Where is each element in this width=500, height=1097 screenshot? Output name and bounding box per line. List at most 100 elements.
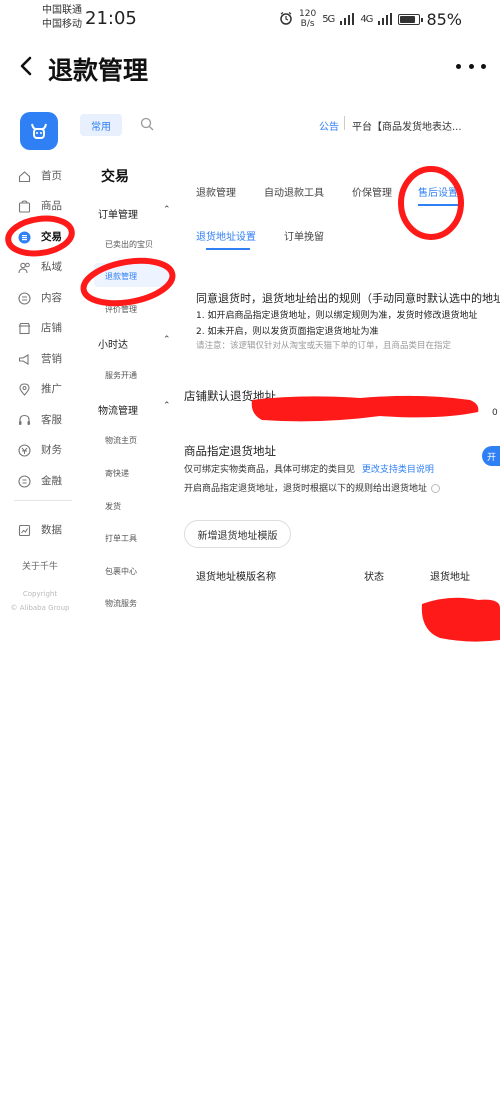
app-logo	[20, 112, 58, 150]
store-default-address-value: 0	[492, 408, 498, 418]
column-header-template-name: 退货地址模版名称	[196, 572, 276, 583]
status-indicators: 120 B/s 5G 4G 85%	[279, 8, 462, 30]
tab-refund-management[interactable]: 退款管理	[196, 184, 236, 199]
about-link[interactable]: 关于千牛	[22, 559, 58, 572]
carrier-primary: 中国联通	[42, 5, 82, 16]
rail-label: 私域	[41, 261, 62, 273]
subnav-link-sold-items[interactable]: 已卖出的宝贝	[105, 239, 153, 250]
specified-address-desc-text: 仅可绑定实物类商品，具体可绑定的类目见	[184, 465, 356, 475]
subtab-return-address[interactable]: 退货地址设置	[196, 228, 256, 243]
location-icon	[18, 381, 31, 396]
chart-icon	[18, 522, 31, 537]
active-tab-indicator	[418, 204, 460, 206]
alarm-icon	[279, 10, 293, 29]
more-options-icon[interactable]	[456, 54, 486, 78]
copyright-line: © Alibaba Group	[10, 604, 70, 612]
signal-4g-label: 4G	[360, 13, 373, 25]
rail-label: 客服	[41, 414, 62, 426]
rail-item-goods[interactable]: 商品	[0, 192, 80, 218]
rail-item-data[interactable]: 数据	[0, 516, 80, 542]
rail-label: 数据	[41, 524, 62, 536]
subnav-link-print-tools[interactable]: 打单工具	[105, 533, 137, 544]
rail-item-service[interactable]: 客服	[0, 406, 80, 432]
subtab-order-retention[interactable]: 订单挽留	[284, 228, 324, 243]
app-content: 常用 公告 平台【商品发货地表达... 首页 商品 交易 私域 内容 店铺 营销…	[0, 100, 500, 620]
subnav-link-logistics-service[interactable]: 物流服务	[105, 598, 137, 609]
subnav-link-send-express[interactable]: 寄快递	[105, 468, 129, 479]
tab-auto-refund-tool[interactable]: 自动退款工具	[264, 184, 324, 199]
column-header-return-address: 退货地址	[430, 572, 470, 583]
rail-item-home[interactable]: 首页	[0, 162, 80, 188]
rail-item-finance[interactable]: 财务	[0, 436, 80, 462]
add-return-template-button[interactable]: 新增退货地址模版	[184, 520, 291, 548]
rail-item-marketing[interactable]: 营销	[0, 345, 80, 371]
tab-price-protection[interactable]: 价保管理	[352, 184, 392, 199]
money-icon	[18, 473, 31, 488]
rail-label: 推广	[41, 383, 62, 395]
content-icon	[18, 290, 31, 305]
supported-category-link[interactable]: 更改支持类目说明	[362, 465, 434, 475]
subnav-group-label: 物流管理	[98, 406, 138, 417]
subnav-link-service-open[interactable]: 服务开通	[105, 370, 137, 381]
subnav-link-review[interactable]: 评价管理	[105, 304, 137, 315]
subnav-link-package-center[interactable]: 包裹中心	[105, 566, 137, 577]
return-rule-line: 2. 如未开启，则以发货页面指定退货地址为准	[196, 327, 379, 337]
rail-label: 营销	[41, 353, 62, 365]
common-tab[interactable]: 常用	[80, 114, 122, 136]
rail-item-content[interactable]: 内容	[0, 284, 80, 310]
back-arrow-icon[interactable]	[16, 54, 38, 78]
rail-item-banking[interactable]: 金融	[0, 467, 80, 493]
notice-label[interactable]: 公告	[319, 118, 339, 133]
battery-icon	[398, 13, 424, 25]
rail-item-trade[interactable]: 交易	[0, 223, 80, 249]
rail-item-promotion[interactable]: 推广	[0, 375, 80, 401]
people-icon	[18, 259, 31, 274]
signal-bars-icon	[378, 10, 393, 29]
subnav-link-ship[interactable]: 发货	[105, 501, 121, 512]
status-bar: 中国联通 中国移动 21:05 120 B/s 5G 4G 85%	[0, 0, 500, 38]
column-header-status: 状态	[364, 572, 384, 583]
chevron-up-icon: ⌃	[163, 401, 171, 411]
network-speed-unit: B/s	[300, 19, 315, 29]
chevron-up-icon: ⌃	[163, 205, 171, 215]
rail-label: 店铺	[41, 322, 62, 334]
notice-divider	[344, 116, 345, 130]
specified-address-title: 商品指定退货地址	[184, 444, 276, 458]
rail-label: 金融	[41, 475, 62, 487]
carrier-secondary: 中国移动	[42, 19, 82, 30]
signal-5g-label: 5G	[322, 13, 335, 25]
notice-text[interactable]: 平台【商品发货地表达...	[352, 118, 462, 133]
specified-address-desc: 仅可绑定实物类商品，具体可绑定的类目见 更改支持类目说明	[184, 462, 434, 475]
subnav-group-label: 小时达	[98, 340, 128, 351]
copyright-line: Copyright	[22, 590, 58, 598]
subnav-link-refund[interactable]: 退款管理	[105, 271, 137, 282]
finance-icon	[18, 442, 31, 457]
subnav-group-orders[interactable]: 订单管理 ⌃	[98, 205, 171, 221]
rail-item-store[interactable]: 店铺	[0, 314, 80, 340]
goods-icon	[18, 198, 31, 213]
search-icon[interactable]	[140, 116, 154, 131]
subnav-group-hour-delivery[interactable]: 小时达 ⌃	[98, 335, 171, 351]
return-rule-line: 1. 如开启商品指定退货地址，则以绑定规则为准，发货时修改退货地址	[196, 311, 478, 321]
rail-label: 首页	[41, 170, 62, 182]
store-default-address-title: 店铺默认退货地址	[184, 389, 276, 403]
title-bar: 退款管理	[0, 44, 500, 92]
network-speed: 120 B/s	[299, 9, 316, 29]
battery-percent: 85%	[426, 9, 462, 29]
rail-divider	[14, 500, 72, 501]
tab-after-sales-settings[interactable]: 售后设置	[418, 184, 458, 199]
store-icon	[18, 320, 31, 335]
subnav-group-logistics[interactable]: 物流管理 ⌃	[98, 401, 171, 417]
specified-address-toggle[interactable]: 开	[482, 446, 500, 466]
subnav-link-logistics-home[interactable]: 物流主页	[105, 435, 137, 446]
network-speed-value: 120	[299, 9, 317, 19]
active-subtab-indicator	[206, 248, 250, 250]
specified-toggle-desc-text: 开启商品指定退货地址，退货时根据以下的规则给出退货地址	[184, 484, 428, 494]
megaphone-icon	[18, 351, 31, 365]
home-icon	[18, 168, 31, 183]
trade-icon	[18, 229, 31, 244]
chevron-up-icon: ⌃	[163, 335, 171, 345]
info-icon[interactable]	[431, 484, 441, 493]
headset-icon	[18, 412, 31, 425]
rail-item-private[interactable]: 私域	[0, 253, 80, 279]
